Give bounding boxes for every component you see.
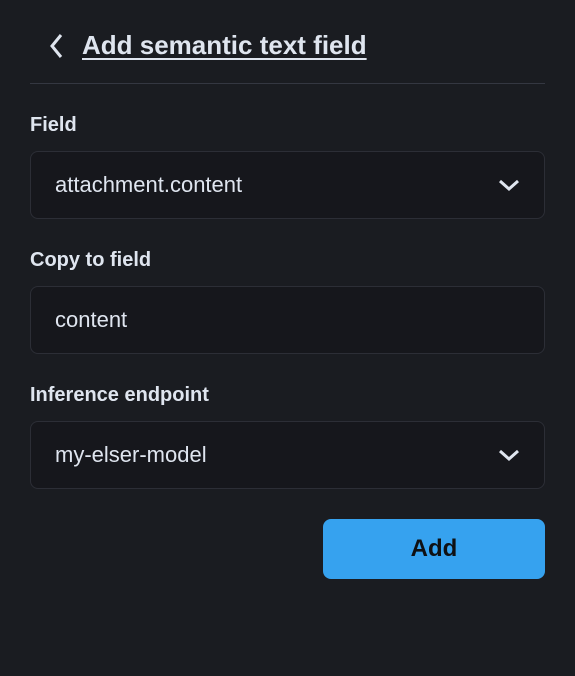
back-icon[interactable] bbox=[48, 32, 66, 60]
field-group: Field attachment.content bbox=[30, 114, 545, 219]
field-select-value: attachment.content bbox=[55, 172, 242, 198]
chevron-down-icon bbox=[498, 448, 520, 462]
inference-endpoint-label: Inference endpoint bbox=[30, 384, 545, 407]
copy-to-field-label: Copy to field bbox=[30, 249, 545, 272]
button-row: Add bbox=[30, 519, 545, 579]
page-title: Add semantic text field bbox=[82, 30, 367, 61]
inference-endpoint-group: Inference endpoint my-elser-model bbox=[30, 384, 545, 489]
field-label: Field bbox=[30, 114, 545, 137]
inference-endpoint-select[interactable]: my-elser-model bbox=[30, 421, 545, 489]
chevron-down-icon bbox=[498, 178, 520, 192]
field-select[interactable]: attachment.content bbox=[30, 151, 545, 219]
page-header: Add semantic text field bbox=[30, 30, 545, 84]
copy-to-field-input[interactable] bbox=[30, 286, 545, 354]
add-button[interactable]: Add bbox=[323, 519, 545, 579]
inference-endpoint-value: my-elser-model bbox=[55, 442, 207, 468]
copy-to-field-group: Copy to field bbox=[30, 249, 545, 354]
